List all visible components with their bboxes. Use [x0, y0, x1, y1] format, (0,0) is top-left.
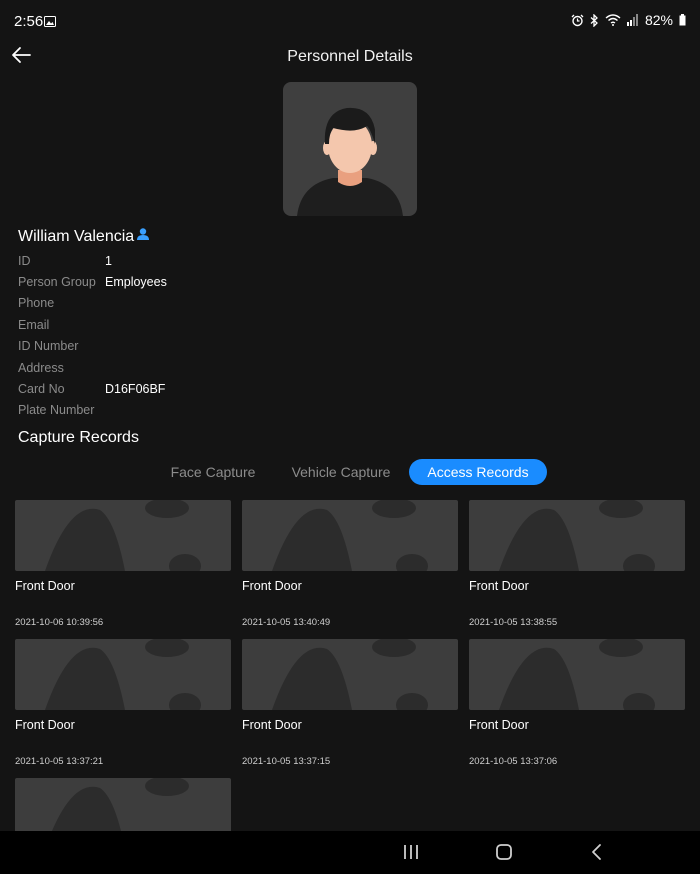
battery-percent: 82% — [644, 12, 673, 28]
info-value: D16F06BF — [105, 382, 166, 397]
signal-icon — [626, 14, 639, 26]
record-time: 2021-10-06 10:39:56 — [15, 617, 104, 628]
wifi-icon — [605, 14, 621, 26]
person-info-list: ID 1 Person Group Employees Phone Email … — [18, 250, 167, 421]
info-row-id-number: ID Number — [18, 336, 167, 357]
record-time: 2021-10-05 13:38:55 — [469, 617, 558, 628]
home-icon — [495, 844, 513, 865]
record-thumbnail — [469, 639, 685, 710]
record-card[interactable]: Front Door 2021-10-05 13:40:49 — [242, 500, 458, 628]
record-location: Front Door — [15, 579, 75, 593]
info-row-id: ID 1 — [18, 250, 167, 271]
record-location: Front Door — [469, 579, 529, 593]
record-thumbnail — [15, 639, 231, 710]
battery-icon — [679, 14, 686, 26]
record-thumbnail — [15, 500, 231, 571]
info-row-email: Email — [18, 314, 167, 335]
person-icon — [136, 227, 150, 246]
record-thumbnail — [242, 500, 458, 571]
person-name-text: William Valencia — [18, 227, 135, 245]
info-label: Plate Number — [18, 403, 95, 418]
info-row-card-no: Card No D16F06BF — [18, 378, 167, 399]
record-thumbnail — [242, 639, 458, 710]
record-card[interactable]: Front Door 2021-10-06 10:39:56 — [15, 500, 231, 628]
record-time: 2021-10-05 13:37:15 — [242, 756, 331, 767]
home-button[interactable] — [495, 843, 513, 866]
info-row-person-group: Person Group Employees — [18, 271, 167, 292]
record-card[interactable]: Front Door 2021-10-05 13:37:21 — [15, 639, 231, 767]
info-label: ID — [18, 253, 31, 268]
tab-vehicle-capture[interactable]: Vehicle Capture — [283, 459, 399, 485]
record-time: 2021-10-05 13:37:21 — [15, 756, 104, 767]
app-header: Personnel Details — [0, 42, 700, 74]
info-value: Employees — [105, 275, 167, 290]
record-card[interactable]: Front Door 2021-10-05 13:38:55 — [469, 500, 685, 628]
info-value: 1 — [105, 253, 112, 268]
record-time: 2021-10-05 13:37:06 — [469, 756, 558, 767]
info-label: ID Number — [18, 339, 79, 354]
info-label: Address — [18, 360, 64, 375]
info-label: Card No — [18, 382, 65, 397]
gallery-icon — [44, 14, 56, 32]
status-icons: 82% — [571, 12, 686, 28]
record-location: Front Door — [242, 718, 302, 732]
info-label: Email — [18, 317, 50, 332]
record-location: Front Door — [242, 579, 302, 593]
person-name: William Valencia — [18, 227, 150, 246]
capture-records-title: Capture Records — [18, 429, 139, 446]
recent-apps-button[interactable] — [402, 843, 420, 866]
status-bar: 2:56 82% — [0, 0, 700, 42]
back-icon — [588, 844, 606, 865]
tab-face-capture[interactable]: Face Capture — [163, 459, 263, 485]
record-card[interactable]: Front Door 2021-10-05 13:37:06 — [469, 639, 685, 767]
status-time: 2:56 — [14, 13, 44, 30]
record-card[interactable]: Front Door 2021-10-05 13:37:15 — [242, 639, 458, 767]
capture-tabs: Face Capture Vehicle Capture Access Reco… — [0, 459, 700, 485]
avatar — [283, 82, 417, 216]
page-title: Personnel Details — [287, 48, 413, 65]
info-row-plate-number: Plate Number — [18, 400, 167, 421]
recent-apps-icon — [402, 845, 420, 865]
record-location: Front Door — [15, 718, 75, 732]
system-nav-bar — [0, 831, 700, 874]
record-time: 2021-10-05 13:40:49 — [242, 617, 331, 628]
tab-access-records[interactable]: Access Records — [409, 459, 547, 485]
record-location: Front Door — [469, 718, 529, 732]
info-row-address: Address — [18, 357, 167, 378]
info-row-phone: Phone — [18, 293, 167, 314]
system-back-button[interactable] — [588, 843, 606, 866]
info-label: Person Group — [18, 275, 96, 290]
info-label: Phone — [18, 296, 55, 311]
record-thumbnail — [469, 500, 685, 571]
bluetooth-icon — [590, 13, 599, 27]
alarm-icon — [571, 14, 584, 27]
